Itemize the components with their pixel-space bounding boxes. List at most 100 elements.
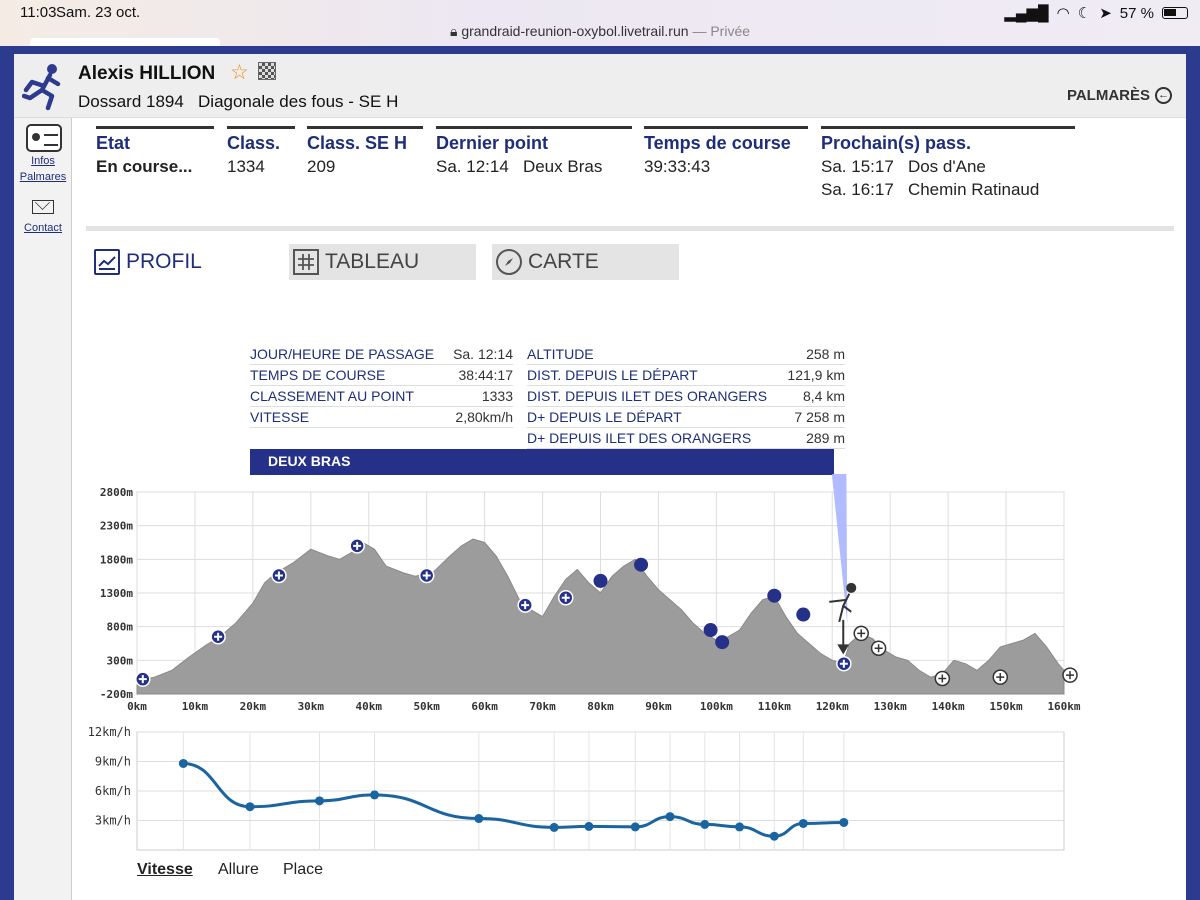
point-name-banner: DEUX BRAS bbox=[250, 449, 834, 475]
speed-point bbox=[584, 821, 594, 831]
info-row: DIST. DEPUIS LE DÉPART 121,9 km bbox=[527, 365, 845, 386]
info-row: ALTITUDE 258 m bbox=[527, 344, 845, 365]
page: Alexis HILLION ☆ Dossard 1894 Diagonale … bbox=[14, 54, 1186, 900]
timing-point bbox=[796, 607, 811, 622]
x-tick-label: 70km bbox=[529, 700, 556, 713]
class-value: 1334 bbox=[227, 157, 265, 176]
speed-point bbox=[315, 796, 325, 806]
status-date: Sam. 23 oct. bbox=[56, 4, 141, 21]
profile-chart-icon bbox=[94, 249, 120, 275]
battery-icon bbox=[1162, 7, 1188, 19]
x-tick-label: 50km bbox=[413, 700, 440, 713]
bib-number: Dossard 1894 bbox=[78, 92, 184, 111]
runner-icon bbox=[22, 64, 61, 111]
subtab-allure[interactable]: Allure bbox=[218, 861, 259, 879]
x-tick-label: 60km bbox=[471, 700, 498, 713]
tab-tableau-label: TABLEAU bbox=[325, 250, 420, 273]
nav-infos[interactable]: Infos bbox=[14, 155, 72, 167]
url-text: grandraid-reunion-oxybol.livetrail.run bbox=[461, 23, 689, 39]
speed-point bbox=[178, 758, 188, 768]
id-card-icon[interactable] bbox=[26, 124, 62, 152]
x-tick-label: 130km bbox=[874, 700, 907, 713]
dernier-label: Dernier point bbox=[436, 133, 549, 153]
table-icon bbox=[293, 249, 319, 275]
mail-icon[interactable] bbox=[32, 200, 54, 214]
subtab-vitesse[interactable]: Vitesse bbox=[137, 861, 193, 879]
x-tick-label: 10km bbox=[182, 700, 209, 713]
x-tick-label: 110km bbox=[758, 700, 791, 713]
wifi-icon: ◠ bbox=[1056, 5, 1070, 22]
x-tick-label: 40km bbox=[356, 700, 383, 713]
runner-bib-race: Dossard 1894 Diagonale des fous - SE H bbox=[78, 92, 398, 112]
class-se-label: Class. SE H bbox=[307, 133, 408, 153]
info-row: TEMPS DE COURSE 38:44:17 bbox=[250, 365, 513, 386]
compass-icon bbox=[496, 249, 522, 275]
favorite-star-icon[interactable]: ☆ bbox=[230, 60, 249, 85]
tab-carte[interactable]: CARTE bbox=[492, 244, 679, 280]
temps-value: 39:33:43 bbox=[644, 157, 711, 176]
y-tick-label: 12km/h bbox=[88, 725, 131, 739]
battery-text: 57 % bbox=[1119, 4, 1154, 22]
x-tick-label: 140km bbox=[932, 700, 965, 713]
speed-point bbox=[700, 819, 710, 829]
summary-dernier-point: Dernier point Sa. 12:14 Deux Bras bbox=[436, 126, 632, 177]
class-label: Class. bbox=[227, 133, 281, 153]
y-tick-label: 300m bbox=[107, 654, 134, 667]
info-row: CLASSEMENT AU POINT 1333 bbox=[250, 386, 513, 407]
signal-icon: ▂▄▆█ bbox=[1004, 5, 1049, 22]
finish-flag-icon[interactable] bbox=[258, 62, 276, 80]
speed-point bbox=[769, 831, 779, 841]
x-tick-label: 150km bbox=[990, 700, 1023, 713]
summary-class: Class. 1334 bbox=[227, 126, 295, 177]
y-tick-label: 9km/h bbox=[95, 755, 131, 769]
runner-marker-head bbox=[846, 582, 857, 593]
info-row: DIST. DEPUIS ILET DES ORANGERS 8,4 km bbox=[527, 386, 845, 407]
speed-point bbox=[839, 817, 849, 827]
tab-profil[interactable]: PROFIL bbox=[90, 244, 270, 280]
palmares-button[interactable]: PALMARÈS ← bbox=[1067, 87, 1172, 104]
prochain-row: Sa. 15:17 Dos d'Ane bbox=[821, 157, 986, 176]
timing-point bbox=[634, 557, 649, 572]
etat-value: En course... bbox=[96, 157, 193, 176]
speed-point bbox=[245, 802, 255, 812]
tab-tableau[interactable]: TABLEAU bbox=[289, 244, 476, 280]
speed-point bbox=[474, 814, 484, 824]
prochain-label: Prochain(s) pass. bbox=[821, 133, 972, 153]
nav-palmares[interactable]: Palmares bbox=[14, 171, 72, 183]
status-time: 11:03 bbox=[20, 4, 57, 21]
moon-icon: ☾ bbox=[1077, 5, 1092, 22]
timing-point bbox=[715, 635, 730, 650]
speed-chart[interactable]: 12km/h 9km/h 6km/h 3km/h bbox=[14, 722, 1186, 852]
x-tick-label: 90km bbox=[645, 700, 672, 713]
y-tick-label: 1300m bbox=[100, 587, 133, 600]
subtab-place[interactable]: Place bbox=[283, 861, 323, 879]
info-row: VITESSE 2,80km/h bbox=[250, 407, 513, 428]
summary-class-se: Class. SE H 209 bbox=[307, 126, 423, 177]
y-tick-label: 800m bbox=[107, 621, 134, 634]
summary-etat: Etat En course... bbox=[96, 126, 214, 177]
summary-prochain: Prochain(s) pass. Sa. 15:17 Dos d'Ane Sa… bbox=[821, 126, 1075, 200]
tab-carte-label: CARTE bbox=[528, 250, 599, 273]
timing-point bbox=[703, 623, 718, 638]
y-tick-label: 1800m bbox=[100, 553, 133, 566]
tab-profil-label: PROFIL bbox=[126, 250, 202, 273]
elevation-profile-chart[interactable]: 2800m2300m1800m1300m800m300m-200m0km 10km… bbox=[14, 474, 1186, 714]
point-info-right: ALTITUDE 258 m DIST. DEPUIS LE DÉPART 121,… bbox=[527, 344, 845, 449]
y-tick-label: 2800m bbox=[100, 486, 133, 499]
x-tick-label: 160km bbox=[1047, 700, 1080, 713]
location-icon: ➤ bbox=[1099, 5, 1112, 22]
nav-contact[interactable]: Contact bbox=[14, 222, 72, 234]
race-name: Diagonale des fous - SE H bbox=[198, 92, 399, 111]
x-tick-label: 80km bbox=[587, 700, 614, 713]
timing-point bbox=[767, 588, 782, 603]
etat-label: Etat bbox=[96, 133, 131, 153]
info-row: JOUR/HEURE DE PASSAGE Sa. 12:14 bbox=[250, 344, 513, 365]
y-tick-label: 3km/h bbox=[95, 814, 131, 828]
info-row: D+ DEPUIS ILET DES ORANGERS 289 m bbox=[527, 428, 845, 449]
timing-point bbox=[593, 573, 608, 588]
runner-header: Alexis HILLION ☆ Dossard 1894 Diagonale … bbox=[14, 54, 1186, 118]
temps-label: Temps de course bbox=[644, 133, 791, 153]
private-label: — Privée bbox=[692, 23, 751, 39]
speed-point bbox=[665, 812, 675, 822]
speed-point bbox=[630, 822, 640, 832]
